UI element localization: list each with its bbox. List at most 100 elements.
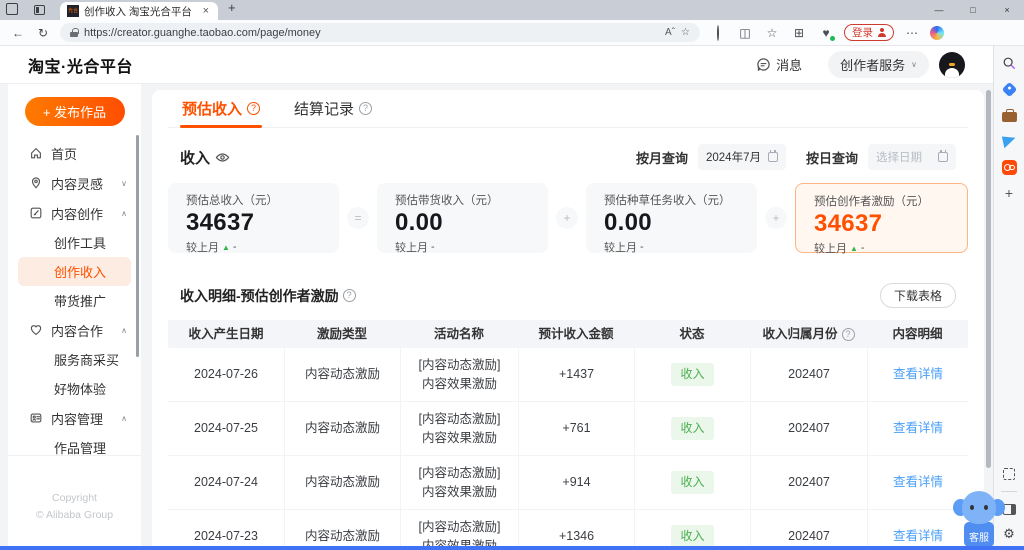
- stat-value: 34637: [186, 209, 321, 237]
- sidebar-item-inspiration[interactable]: 内容灵感 ∨: [8, 168, 141, 198]
- screenshot-icon[interactable]: [1003, 466, 1015, 482]
- sidebar-item-creation[interactable]: 内容创作 ∧: [8, 198, 141, 228]
- plus-operator: +: [765, 207, 787, 229]
- shopping-tag-icon[interactable]: [1004, 81, 1015, 97]
- new-tab-button[interactable]: +: [228, 0, 236, 15]
- plus-operator: +: [556, 207, 578, 229]
- tab-close-icon[interactable]: ×: [201, 5, 211, 17]
- edit-square-icon: [28, 206, 43, 221]
- main-content: 预估收入 ? 结算记录 ? 收入 按月查询 2024年7月: [152, 90, 984, 550]
- view-details-link[interactable]: 查看详情: [893, 419, 943, 437]
- stat-label: 预估带货收入（元）: [395, 192, 530, 208]
- eye-icon[interactable]: [215, 150, 230, 165]
- minimize-button[interactable]: —: [922, 0, 956, 20]
- mascot-head: [962, 491, 996, 524]
- sidebar-item-service-purchase[interactable]: 服务商采买: [8, 345, 141, 374]
- copyright-line: © Alibaba Group: [8, 507, 141, 524]
- site-logo[interactable]: 淘宝·光合平台: [28, 53, 133, 77]
- copilot-icon[interactable]: [930, 26, 944, 40]
- cell-month: 202407: [750, 402, 867, 455]
- sidebar-scrollbar[interactable]: [136, 135, 139, 357]
- customer-support-button[interactable]: 客服: [953, 491, 1005, 547]
- copyright-line: Copyright: [8, 490, 141, 507]
- url-text[interactable]: https://creator.guanghe.taobao.com/page/…: [84, 27, 659, 39]
- messages-button[interactable]: 消息: [756, 55, 802, 74]
- sidebar-item-promotion[interactable]: 带货推广: [8, 286, 141, 315]
- cell-amount: +761: [518, 402, 634, 455]
- split-screen-icon[interactable]: ◫: [736, 26, 754, 40]
- add-app-icon[interactable]: +: [1005, 185, 1013, 201]
- support-label: 客服: [964, 522, 994, 547]
- user-avatar[interactable]: [939, 52, 965, 78]
- help-icon[interactable]: ?: [247, 102, 260, 115]
- sidebar-item-management[interactable]: 内容管理 ∧: [8, 403, 141, 433]
- workspaces-icon[interactable]: [0, 0, 26, 20]
- sidebar-item-label: 内容灵感: [51, 174, 113, 193]
- page-scrollbar[interactable]: [986, 90, 991, 468]
- table-row: 2024-07-26 内容动态激励 [内容动态激励] 内容效果激励 +1437 …: [168, 348, 968, 402]
- sidebar-item-creation-income[interactable]: 创作收入: [18, 257, 131, 286]
- stat-footer-suffix: -: [233, 241, 237, 253]
- browser-tab[interactable]: 光合 创作收入 淘宝光合平台 ×: [60, 2, 218, 20]
- publish-work-button[interactable]: + 发布作品: [25, 97, 125, 126]
- refresh-button[interactable]: ↻: [35, 26, 51, 40]
- table-header: 收入产生日期 激励类型 活动名称 预计收入金额 状态 收入归属月份 ? 内容明细: [168, 320, 968, 348]
- month-picker-input[interactable]: 2024年7月: [698, 144, 786, 170]
- income-title-text: 收入: [180, 147, 210, 168]
- more-menu-icon[interactable]: ⋯: [903, 26, 921, 40]
- collections-icon[interactable]: ⊞: [790, 26, 808, 40]
- status-badge: 收入: [671, 471, 713, 494]
- address-bar[interactable]: https://creator.guanghe.taobao.com/page/…: [60, 23, 700, 42]
- chevron-down-icon: ∨: [911, 60, 917, 69]
- detail-title: 收入明细-预估创作者激励 ?: [180, 286, 356, 306]
- sidebar-item-home[interactable]: 首页: [8, 138, 141, 168]
- cell-date: 2024-07-24: [168, 456, 284, 509]
- column-header: 预计收入金额: [518, 320, 634, 348]
- sidebar-item-product-trial[interactable]: 好物体验: [8, 374, 141, 403]
- sidebar-item-creation-tools[interactable]: 创作工具: [8, 228, 141, 257]
- send-icon[interactable]: [1003, 133, 1016, 149]
- read-aloud-icon[interactable]: Aˆ: [665, 27, 675, 38]
- view-details-link[interactable]: 查看详情: [893, 473, 943, 491]
- tab-settlement-records[interactable]: 结算记录 ?: [292, 90, 374, 127]
- stat-footer-suffix: -: [640, 241, 644, 253]
- browser-login-button[interactable]: 登录: [844, 24, 894, 41]
- stat-footer: 较上月 -: [604, 239, 739, 255]
- column-header: 激励类型: [284, 320, 400, 348]
- close-button[interactable]: ×: [990, 0, 1024, 20]
- cell-amount: +1346: [518, 510, 634, 550]
- home-icon: [28, 146, 43, 161]
- tab-estimated-income[interactable]: 预估收入 ?: [180, 90, 262, 127]
- creator-service-dropdown[interactable]: 创作者服务 ∨: [828, 51, 929, 78]
- toolbox-icon[interactable]: [1002, 107, 1017, 123]
- maximize-button[interactable]: □: [956, 0, 990, 20]
- day-picker-input[interactable]: 选择日期: [868, 144, 956, 170]
- favorite-star-icon[interactable]: ☆: [681, 27, 690, 38]
- stat-footer-label: 较上月: [395, 239, 428, 255]
- help-icon[interactable]: ?: [842, 328, 855, 341]
- back-button[interactable]: ←: [10, 26, 26, 40]
- status-badge: 收入: [671, 363, 713, 386]
- kuaishou-icon[interactable]: [1002, 159, 1017, 175]
- browser-tab-strip: 光合 创作收入 淘宝光合平台 × + — □ ×: [0, 0, 1024, 20]
- browser-essentials-icon[interactable]: ♥: [817, 26, 835, 40]
- table-row: 2024-07-23 内容动态激励 [内容动态激励] 内容效果激励 +1346 …: [168, 510, 968, 550]
- stat-card-task-income: 预估种草任务收入（元） 0.00 较上月 -: [586, 183, 757, 253]
- extensions-icon[interactable]: [709, 26, 727, 40]
- stat-label: 预估创作者激励（元）: [814, 193, 949, 209]
- stat-value: 0.00: [604, 209, 739, 237]
- download-table-button[interactable]: 下载表格: [880, 283, 956, 308]
- view-details-link[interactable]: 查看详情: [893, 527, 943, 545]
- stat-label: 预估总收入（元）: [186, 192, 321, 208]
- view-details-link[interactable]: 查看详情: [893, 365, 943, 383]
- help-icon[interactable]: ?: [359, 102, 372, 115]
- tab-title: 创作收入 淘宝光合平台: [84, 4, 196, 19]
- favorites-icon[interactable]: ☆: [763, 26, 781, 40]
- search-icon[interactable]: [1002, 55, 1016, 71]
- help-icon[interactable]: ?: [343, 289, 356, 302]
- cell-activity: [内容动态激励] 内容效果激励: [400, 456, 518, 509]
- tab-actions-icon[interactable]: [26, 0, 52, 20]
- sidebar-item-cooperation[interactable]: 内容合作 ∧: [8, 315, 141, 345]
- creator-service-label: 创作者服务: [840, 55, 905, 74]
- stat-card-creator-incentive: 预估创作者激励（元） 34637 较上月 ▲ -: [795, 183, 968, 253]
